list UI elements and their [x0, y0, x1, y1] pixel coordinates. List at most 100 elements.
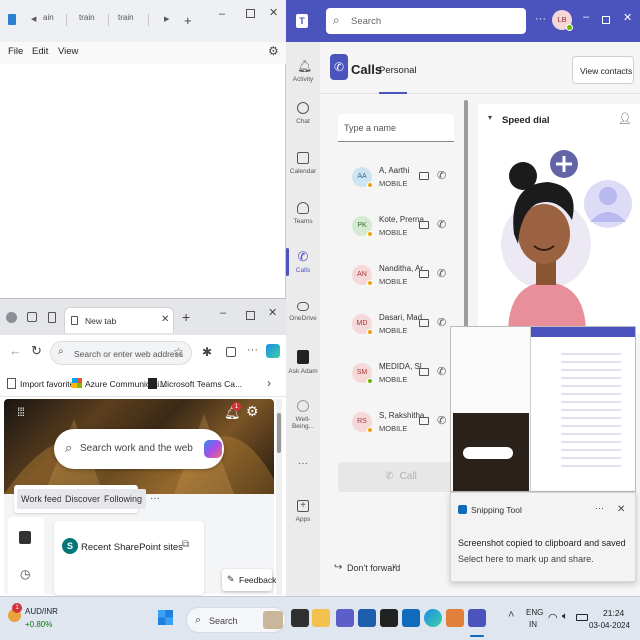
rail-teams[interactable]: Teams [286, 202, 320, 225]
keyboard-layout-indicator[interactable]: IN [529, 620, 537, 629]
minimize-icon[interactable]: – [220, 307, 226, 319]
view-contacts-button[interactable]: View contacts [572, 56, 634, 84]
new-tab-icon[interactable]: + [182, 309, 190, 325]
favorite-import[interactable]: Import favorites [20, 379, 79, 389]
phone-icon[interactable]: ✆ [437, 169, 446, 182]
contact-row[interactable]: AA A, Aarthi MOBILE ✆ [338, 158, 458, 202]
contact-row[interactable]: MD Dasari, Mad... MOBILE ✆ [338, 305, 458, 349]
notepad-tab[interactable]: train [79, 13, 95, 22]
show-hidden-icons-chevron[interactable]: ˄ [508, 609, 514, 621]
teams-app-icon[interactable] [336, 609, 354, 627]
menu-edit[interactable]: Edit [32, 46, 48, 57]
rail-calls[interactable]: ✆ Calls [286, 250, 320, 274]
notification-more-button[interactable]: ··· [595, 503, 604, 513]
profile-avatar[interactable] [6, 312, 17, 323]
web-search-box[interactable]: ⌕ Search work and the web [54, 429, 224, 469]
scrollbar[interactable] [276, 399, 282, 595]
tab-discover[interactable]: Discover [61, 489, 105, 509]
favorite-star-icon[interactable]: ☆ [173, 345, 184, 359]
call-button[interactable]: ✆ Call [338, 462, 464, 492]
onenote-app-icon[interactable] [446, 609, 464, 627]
tab-personal[interactable]: Personal [379, 65, 417, 76]
page-settings-gear-icon[interactable]: ⚙ [246, 403, 259, 420]
back-icon[interactable]: ← [9, 343, 22, 358]
video-call-icon[interactable] [419, 221, 429, 229]
chevron-down-icon[interactable]: ▾ [488, 113, 492, 122]
terminal-app-icon[interactable] [380, 609, 398, 627]
add-contact-icon[interactable]: 👤︎ [618, 112, 632, 125]
phone-icon[interactable]: ✆ [437, 365, 446, 378]
extensions-icon[interactable]: ✱ [202, 345, 212, 359]
minimize-icon[interactable]: – [583, 11, 589, 23]
tab-following[interactable]: Following [100, 489, 147, 509]
more-options-icon[interactable]: ··· [247, 344, 258, 356]
close-icon[interactable]: ✕ [617, 504, 625, 515]
feedback-button[interactable]: ✎ Feedback [222, 569, 276, 591]
copilot-icon[interactable] [204, 440, 222, 458]
new-tab-icon[interactable]: + [184, 13, 192, 28]
close-icon[interactable]: ✕ [268, 306, 277, 319]
rail-more-apps[interactable]: ··· [298, 458, 308, 469]
close-icon[interactable]: ✕ [269, 6, 278, 19]
language-indicator[interactable]: ENG [526, 608, 543, 617]
video-call-icon[interactable] [419, 172, 429, 180]
copilot-icon[interactable] [266, 344, 280, 358]
clock-time[interactable]: 21:24 [603, 608, 624, 618]
favorite-teams[interactable]: Microsoft Teams Ca... [160, 379, 242, 389]
screenshot-thumbnail[interactable] [450, 326, 636, 492]
tab-close-icon[interactable]: ✕ [161, 314, 169, 325]
contact-row[interactable]: PK Kote, Prerna MOBILE ✆ [338, 207, 458, 251]
address-bar[interactable]: ⌕ Search or enter web address [50, 341, 192, 365]
type-a-name-input[interactable]: Type a name [338, 114, 454, 142]
settings-gear-icon[interactable]: ⚙ [268, 44, 279, 58]
stock-change[interactable]: +0.80% [25, 620, 52, 629]
office-app-icon[interactable] [358, 609, 376, 627]
rail-onedrive[interactable]: OneDrive [286, 302, 320, 322]
rail-chat[interactable]: Chat [286, 102, 320, 125]
battery-icon[interactable] [576, 614, 588, 621]
stock-name[interactable]: AUD/INR [25, 607, 58, 616]
sharepoint-card[interactable]: S Recent SharePoint sites ⧉ [54, 521, 204, 595]
phone-icon[interactable]: ✆ [437, 267, 446, 280]
task-view-icon[interactable] [291, 609, 309, 627]
contact-row[interactable]: SM MEDIDA, Sl... MOBILE ✆ [338, 354, 458, 398]
wifi-icon[interactable]: ◠ [548, 611, 558, 624]
rail-activity[interactable]: 🔔︎ Activity [286, 60, 320, 83]
rail-apps[interactable]: + Apps [286, 500, 320, 523]
volume-icon[interactable]: 🔈︎ [562, 611, 568, 622]
phone-icon[interactable]: ✆ [437, 316, 446, 329]
favorites-more-icon[interactable]: › [267, 376, 271, 390]
notepad-tab[interactable]: ain [43, 13, 54, 22]
minimize-icon[interactable]: – [219, 8, 225, 20]
history-clock-icon[interactable]: ◷ [20, 567, 30, 581]
contact-row[interactable]: RS S, Rakshitha MOBILE ✆ [338, 403, 458, 447]
menu-view[interactable]: View [58, 46, 78, 57]
clock-date[interactable]: 03-04-2024 [589, 621, 630, 630]
edge-app-icon[interactable] [424, 609, 442, 627]
tab-work-feed[interactable]: Work feed [17, 489, 66, 509]
outlook-app-icon[interactable] [402, 609, 420, 627]
contact-row[interactable]: AN Nanditha, Ar... MOBILE ✆ [338, 256, 458, 300]
chevron-down-icon[interactable]: ˅ [392, 562, 397, 571]
video-call-icon[interactable] [419, 368, 429, 376]
rail-ask-adam[interactable]: Ask Adam [286, 350, 320, 375]
feed-more-button[interactable]: ··· [150, 493, 160, 504]
outlook-icon[interactable] [19, 531, 31, 544]
refresh-icon[interactable]: ↻ [31, 343, 42, 359]
maximize-icon[interactable] [246, 311, 255, 320]
rail-calendar[interactable]: Calendar [286, 152, 320, 175]
notepad-text-area[interactable] [0, 64, 286, 298]
file-explorer-icon[interactable] [312, 609, 330, 627]
phone-icon[interactable]: ✆ [437, 414, 446, 427]
video-call-icon[interactable] [419, 270, 429, 278]
apps-grid-icon[interactable]: ⁞⁞⁞ [17, 405, 25, 419]
maximize-icon[interactable] [602, 16, 610, 24]
teams-active-app-icon[interactable] [468, 609, 486, 627]
phone-icon[interactable]: ✆ [437, 218, 446, 231]
tab-scroll-left-icon[interactable]: ◀ [31, 15, 36, 23]
maximize-icon[interactable] [246, 9, 255, 18]
tab-scroll-right-icon[interactable]: ▶ [164, 15, 169, 23]
video-call-icon[interactable] [419, 417, 429, 425]
teams-search-box[interactable]: ⌕ Search [326, 8, 526, 34]
edge-tab-new[interactable]: New tab ✕ [64, 307, 174, 333]
